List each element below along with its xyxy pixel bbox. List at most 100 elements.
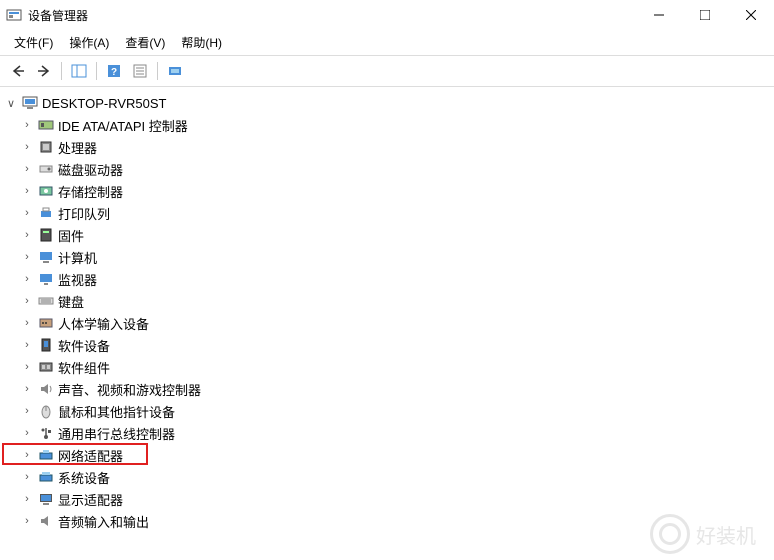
- tree-item-label: 系统设备: [58, 468, 110, 487]
- softdev-icon: [38, 337, 54, 353]
- minimize-button[interactable]: [636, 0, 682, 30]
- menu-file[interactable]: 文件(F): [6, 32, 61, 53]
- expander-icon[interactable]: ›: [20, 448, 34, 462]
- expander-icon[interactable]: ›: [20, 272, 34, 286]
- title-bar: 设备管理器: [0, 0, 774, 30]
- scan-hardware-button[interactable]: [163, 60, 187, 82]
- tree-item[interactable]: › 处理器: [4, 137, 770, 157]
- system-icon: [38, 469, 54, 485]
- window-controls: [636, 0, 774, 30]
- tree-item-label: 软件组件: [58, 358, 110, 377]
- toolbar-separator: [157, 62, 158, 80]
- keyboard-icon: [38, 293, 54, 309]
- expander-icon[interactable]: ›: [20, 360, 34, 374]
- toolbar-separator: [96, 62, 97, 80]
- tree-item[interactable]: › 人体学输入设备: [4, 313, 770, 333]
- tree-item-label: 网络适配器: [58, 446, 123, 465]
- computer-icon: [38, 249, 54, 265]
- back-button[interactable]: [6, 60, 30, 82]
- expander-icon[interactable]: ›: [20, 514, 34, 528]
- tree-item[interactable]: ›声音、视频和游戏控制器: [4, 379, 770, 399]
- tree-item[interactable]: › 固件: [4, 225, 770, 245]
- tree-item[interactable]: › 打印队列: [4, 203, 770, 223]
- usb-icon: [38, 425, 54, 441]
- forward-button[interactable]: [32, 60, 56, 82]
- expander-icon[interactable]: ›: [20, 118, 34, 132]
- expander-icon[interactable]: ›: [20, 294, 34, 308]
- svg-text:?: ?: [111, 67, 117, 78]
- expander-icon[interactable]: ›: [20, 338, 34, 352]
- tree-item[interactable]: ›计算机: [4, 247, 770, 267]
- tree-item[interactable]: › 系统设备: [4, 467, 770, 487]
- expander-icon[interactable]: ›: [20, 404, 34, 418]
- tree-item[interactable]: › 监视器: [4, 269, 770, 289]
- expander-icon[interactable]: ›: [20, 426, 34, 440]
- window-title: 设备管理器: [28, 7, 636, 24]
- tree-item-label: 打印队列: [58, 204, 110, 223]
- tree-item-label: 软件设备: [58, 336, 110, 355]
- expander-icon[interactable]: ›: [20, 228, 34, 242]
- menu-action[interactable]: 操作(A): [61, 32, 117, 53]
- tree-item[interactable]: › 存储控制器: [4, 181, 770, 201]
- tree-item-label: 鼠标和其他指针设备: [58, 402, 175, 421]
- toolbar: ?: [0, 56, 774, 87]
- watermark-text: 好装机: [696, 520, 756, 549]
- tree-item[interactable]: › 键盘: [4, 291, 770, 311]
- show-hide-tree-button[interactable]: [67, 60, 91, 82]
- tree-item[interactable]: › 通用串行总线控制器: [4, 423, 770, 443]
- tree-item-label: 磁盘驱动器: [58, 160, 123, 179]
- tree-item-label: 键盘: [58, 292, 84, 311]
- tree-item-label: 处理器: [58, 138, 97, 157]
- sound-icon: [38, 381, 54, 397]
- tree-item[interactable]: › IDE ATA/ATAPI 控制器: [4, 115, 770, 135]
- tree-item[interactable]: › 显示适配器: [4, 489, 770, 509]
- storage-icon: [38, 183, 54, 199]
- tree-item-label: IDE ATA/ATAPI 控制器: [58, 116, 188, 135]
- watermark-icon: [650, 514, 690, 554]
- tree-item-label: 固件: [58, 226, 84, 245]
- printer-icon: [38, 205, 54, 221]
- expander-icon[interactable]: ›: [20, 382, 34, 396]
- help-button[interactable]: ?: [102, 60, 126, 82]
- properties-button[interactable]: [128, 60, 152, 82]
- softcomp-icon: [38, 359, 54, 375]
- tree-item-label: 监视器: [58, 270, 97, 289]
- expander-icon[interactable]: ›: [20, 206, 34, 220]
- tree-item-label: 存储控制器: [58, 182, 123, 201]
- maximize-button[interactable]: [682, 0, 728, 30]
- expander-icon[interactable]: ›: [20, 250, 34, 264]
- audio-icon: [38, 513, 54, 529]
- mouse-icon: [38, 403, 54, 419]
- expander-icon[interactable]: ›: [20, 184, 34, 198]
- expander-icon[interactable]: ›: [20, 140, 34, 154]
- tree-item[interactable]: › 软件设备: [4, 335, 770, 355]
- ide-icon: [38, 117, 54, 133]
- disk-icon: [38, 161, 54, 177]
- tree-item-label: 显示适配器: [58, 490, 123, 509]
- expander-icon[interactable]: ›: [20, 492, 34, 506]
- tree-item[interactable]: › 鼠标和其他指针设备: [4, 401, 770, 421]
- hid-icon: [38, 315, 54, 331]
- close-button[interactable]: [728, 0, 774, 30]
- tree-item-label: 通用串行总线控制器: [58, 424, 175, 443]
- tree-item[interactable]: › 网络适配器: [4, 445, 770, 465]
- tree-item[interactable]: › 软件组件: [4, 357, 770, 377]
- toolbar-separator: [61, 62, 62, 80]
- expander-icon[interactable]: ›: [20, 470, 34, 484]
- tree-item-label: 人体学输入设备: [58, 314, 149, 333]
- watermark: 好装机: [650, 514, 756, 554]
- expander-icon[interactable]: ∨: [4, 96, 18, 110]
- expander-icon[interactable]: ›: [20, 316, 34, 330]
- menu-bar: 文件(F) 操作(A) 查看(V) 帮助(H): [0, 30, 774, 56]
- expander-icon[interactable]: ›: [20, 162, 34, 176]
- tree-item[interactable]: › 磁盘驱动器: [4, 159, 770, 179]
- tree-item-label: 音频输入和输出: [58, 512, 149, 531]
- network-icon: [38, 447, 54, 463]
- tree-root[interactable]: ∨ DESKTOP-RVR50ST: [4, 93, 770, 113]
- device-tree[interactable]: ∨ DESKTOP-RVR50ST › IDE ATA/ATAPI 控制器 › 处理器…: [0, 87, 774, 539]
- menu-view[interactable]: 查看(V): [117, 32, 173, 53]
- monitor-icon: [38, 271, 54, 287]
- app-icon: [6, 7, 22, 23]
- cpu-icon: [38, 139, 54, 155]
- menu-help[interactable]: 帮助(H): [173, 32, 230, 53]
